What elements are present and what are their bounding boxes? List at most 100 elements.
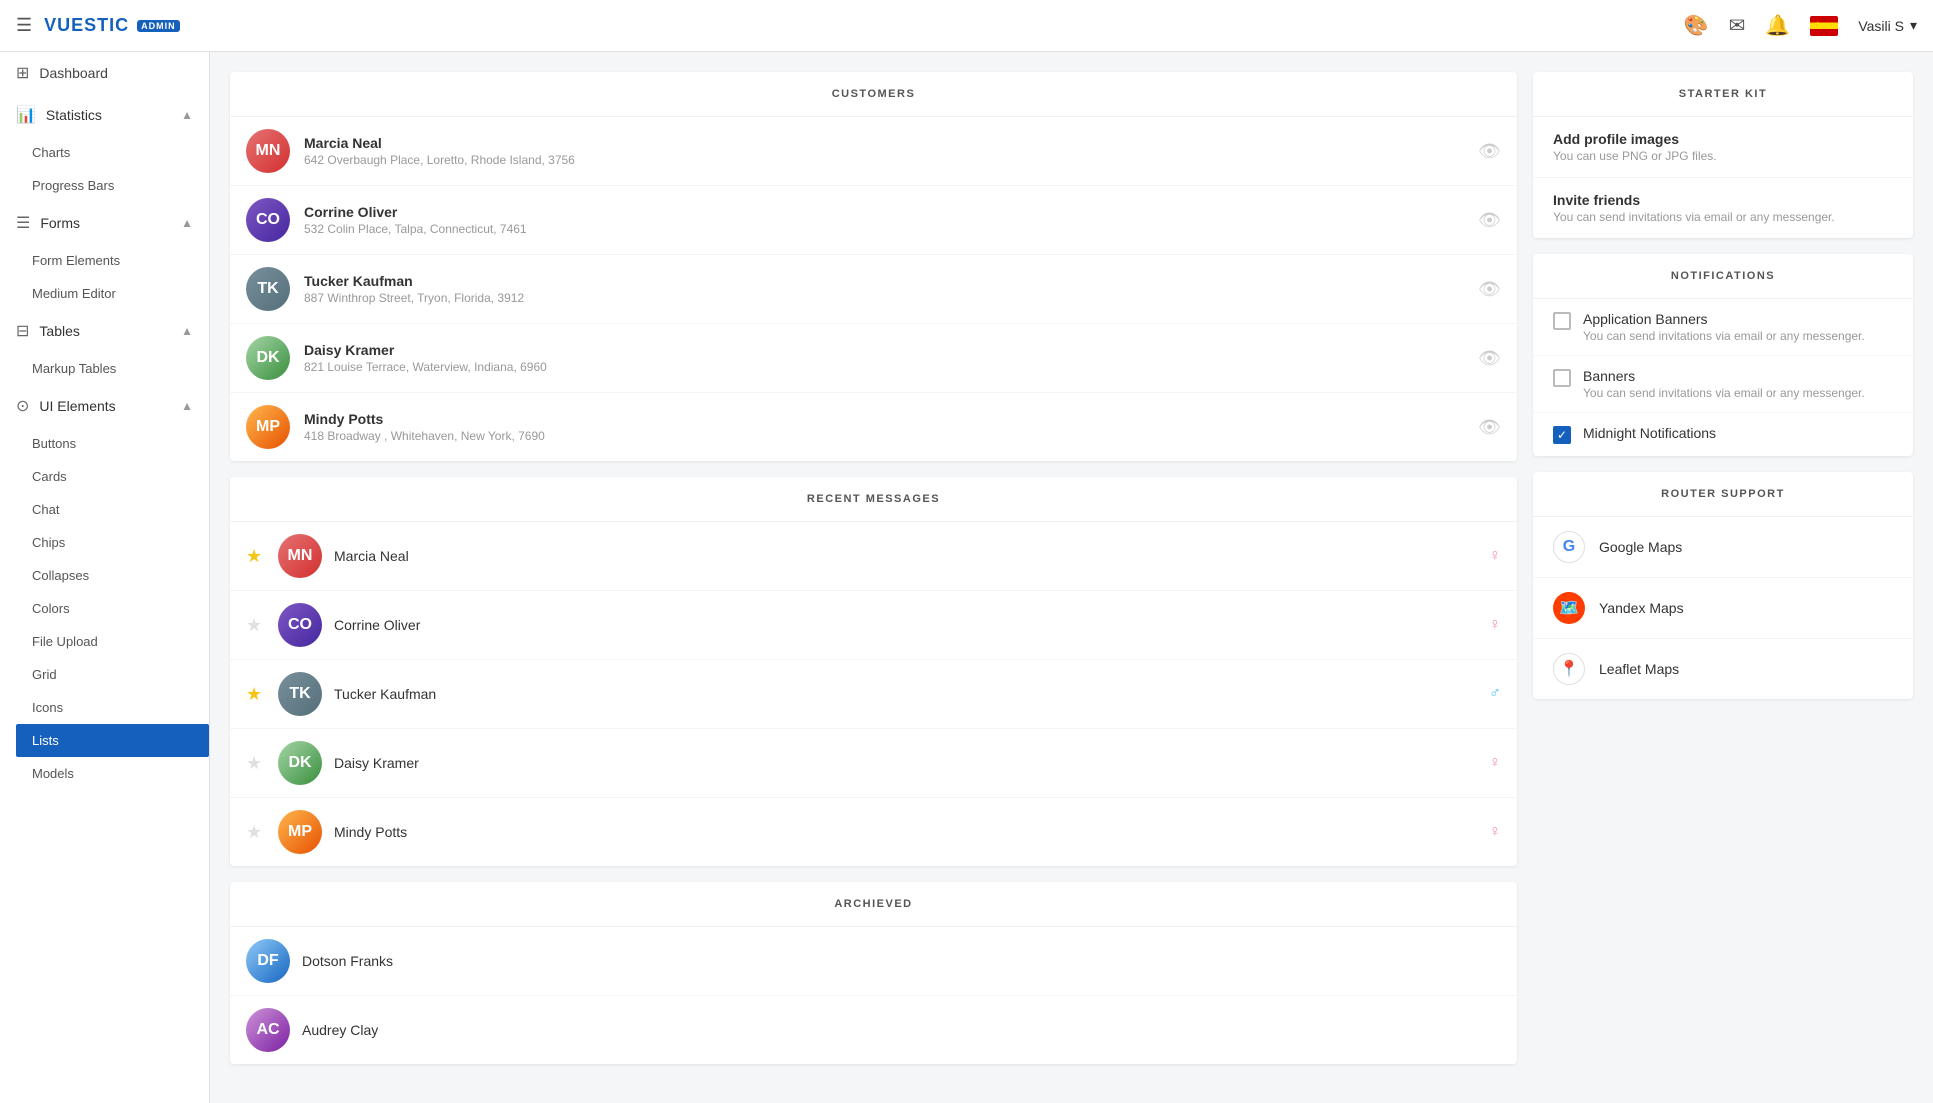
color-wheel-icon[interactable]: 🎨 (1684, 13, 1709, 38)
sidebar-item-cards[interactable]: Cards (16, 460, 209, 493)
customer-info: Daisy Kramer 821 Louise Terrace, Watervi… (304, 342, 1464, 374)
router-name: Leaflet Maps (1599, 661, 1679, 677)
flag-icon[interactable] (1810, 16, 1838, 36)
customer-name: Daisy Kramer (304, 342, 1464, 358)
sidebar-section-statistics[interactable]: 📊 Statistics ▲ (0, 94, 209, 136)
router-list: G Google Maps 🗺️ Yandex Maps 📍 Leaflet M… (1533, 517, 1913, 699)
sidebar-item-medium-editor[interactable]: Medium Editor (16, 277, 209, 310)
archived-card: ARCHIEVED DF Dotson Franks AC Audrey Cla… (230, 882, 1517, 1064)
view-icon[interactable]: 👁 (1478, 141, 1501, 162)
bell-icon[interactable]: 🔔 (1765, 13, 1790, 38)
sidebar-item-progress-bars[interactable]: Progress Bars (16, 169, 209, 202)
archived-name: Dotson Franks (302, 953, 393, 969)
router-row[interactable]: 🗺️ Yandex Maps (1533, 578, 1913, 639)
logo-badge: ADMIN (137, 20, 180, 32)
topnav: ☰ VUESTIC ADMIN 🎨 ✉ 🔔 Vasili S ▾ (0, 0, 1933, 52)
customer-name: Marcia Neal (304, 135, 1464, 151)
notification-subtitle: You can send invitations via email or an… (1583, 386, 1893, 400)
sidebar-label-tables: Tables (39, 323, 79, 339)
message-row: ★ CO Corrine Oliver ♀ (230, 591, 1517, 660)
archived-row: AC Audrey Clay (230, 996, 1517, 1064)
star-icon[interactable]: ★ (246, 684, 266, 705)
sidebar-item-file-upload[interactable]: File Upload (16, 625, 209, 658)
sidebar-sub-tables: Markup Tables (0, 352, 209, 385)
avatar: CO (246, 198, 290, 242)
right-column: STARTER KIT Add profile images You can u… (1533, 72, 1913, 1083)
mail-icon[interactable]: ✉ (1729, 13, 1746, 38)
star-icon[interactable]: ★ (246, 753, 266, 774)
customer-row: TK Tucker Kaufman 887 Winthrop Street, T… (230, 255, 1517, 324)
notification-checkbox[interactable] (1553, 312, 1571, 330)
sidebar-section-tables[interactable]: ⊟ Tables ▲ (0, 310, 209, 352)
sidebar-item-collapses[interactable]: Collapses (16, 559, 209, 592)
kit-subtitle: You can send invitations via email or an… (1553, 210, 1893, 224)
view-icon[interactable]: 👁 (1478, 417, 1501, 438)
sidebar-item-buttons[interactable]: Buttons (16, 427, 209, 460)
sidebar-sub-statistics: Charts Progress Bars (0, 136, 209, 202)
router-row[interactable]: 📍 Leaflet Maps (1533, 639, 1913, 699)
notification-info: Midnight Notifications (1583, 425, 1893, 441)
router-row[interactable]: G Google Maps (1533, 517, 1913, 578)
sidebar-item-colors[interactable]: Colors (16, 592, 209, 625)
view-icon[interactable]: 👁 (1478, 279, 1501, 300)
user-name: Vasili S (1858, 18, 1904, 34)
gender-male-icon: ♂ (1489, 685, 1501, 703)
chevron-up-icon-tables: ▲ (181, 324, 193, 338)
sidebar-item-models[interactable]: Models (16, 757, 209, 790)
message-name: Mindy Potts (334, 824, 1477, 840)
notifications-card: NOTIFICATIONS Application Banners You ca… (1533, 254, 1913, 456)
notification-checkbox[interactable] (1553, 369, 1571, 387)
customers-card: CUSTOMERS MN Marcia Neal 642 Overbaugh P… (230, 72, 1517, 461)
sidebar-item-lists[interactable]: Lists (16, 724, 209, 757)
router-support-title: ROUTER SUPPORT (1533, 472, 1913, 517)
customer-address: 532 Colin Place, Talpa, Connecticut, 746… (304, 222, 1464, 236)
view-icon[interactable]: 👁 (1478, 210, 1501, 231)
customer-info: Corrine Oliver 532 Colin Place, Talpa, C… (304, 204, 1464, 236)
notification-row: Banners You can send invitations via ema… (1533, 356, 1913, 413)
customer-info: Marcia Neal 642 Overbaugh Place, Loretto… (304, 135, 1464, 167)
sidebar: ⊞ Dashboard 📊 Statistics ▲ Charts Progre… (0, 52, 210, 1103)
kit-title: Invite friends (1553, 192, 1893, 208)
logo-text: VUESTIC (44, 15, 129, 36)
archived-name: Audrey Clay (302, 1022, 378, 1038)
statistics-icon: 📊 (16, 105, 36, 125)
ui-elements-icon: ⊙ (16, 396, 29, 416)
star-icon[interactable]: ★ (246, 546, 266, 567)
gender-female-icon: ♀ (1489, 754, 1501, 772)
sidebar-item-chips[interactable]: Chips (16, 526, 209, 559)
hamburger-icon[interactable]: ☰ (16, 15, 32, 36)
gender-female-icon: ♀ (1489, 823, 1501, 841)
topnav-actions: 🎨 ✉ 🔔 Vasili S ▾ (1684, 13, 1917, 38)
star-icon[interactable]: ★ (246, 615, 266, 636)
gender-female-icon: ♀ (1489, 616, 1501, 634)
customer-row: DK Daisy Kramer 821 Louise Terrace, Wate… (230, 324, 1517, 393)
sidebar-item-markup-tables[interactable]: Markup Tables (16, 352, 209, 385)
sidebar-section-forms[interactable]: ☰ Forms ▲ (0, 202, 209, 244)
router-icon: 🗺️ (1553, 592, 1585, 624)
messages-list: ★ MN Marcia Neal ♀ ★ CO Corrine Oliver ♀… (230, 522, 1517, 866)
sidebar-label-forms: Forms (40, 215, 80, 231)
avatar: DK (278, 741, 322, 785)
sidebar-item-charts[interactable]: Charts (16, 136, 209, 169)
sidebar-item-dashboard[interactable]: ⊞ Dashboard (0, 52, 209, 94)
avatar: TK (278, 672, 322, 716)
user-menu[interactable]: Vasili S ▾ (1858, 17, 1917, 34)
sidebar-item-grid[interactable]: Grid (16, 658, 209, 691)
message-name: Corrine Oliver (334, 617, 1477, 633)
kit-subtitle: You can use PNG or JPG files. (1553, 149, 1893, 163)
left-column: CUSTOMERS MN Marcia Neal 642 Overbaugh P… (230, 72, 1517, 1083)
archived-row: DF Dotson Franks (230, 927, 1517, 996)
view-icon[interactable]: 👁 (1478, 348, 1501, 369)
archived-title: ARCHIEVED (230, 882, 1517, 927)
chevron-up-icon-ui: ▲ (181, 399, 193, 413)
sidebar-item-icons[interactable]: Icons (16, 691, 209, 724)
sidebar-item-form-elements[interactable]: Form Elements (16, 244, 209, 277)
sidebar-section-ui-elements[interactable]: ⊙ UI Elements ▲ (0, 385, 209, 427)
avatar: DF (246, 939, 290, 983)
customer-address: 821 Louise Terrace, Waterview, Indiana, … (304, 360, 1464, 374)
notification-checkbox[interactable]: ✓ (1553, 426, 1571, 444)
customer-row: MN Marcia Neal 642 Overbaugh Place, Lore… (230, 117, 1517, 186)
star-icon[interactable]: ★ (246, 822, 266, 843)
sidebar-item-chat[interactable]: Chat (16, 493, 209, 526)
message-name: Tucker Kaufman (334, 686, 1477, 702)
